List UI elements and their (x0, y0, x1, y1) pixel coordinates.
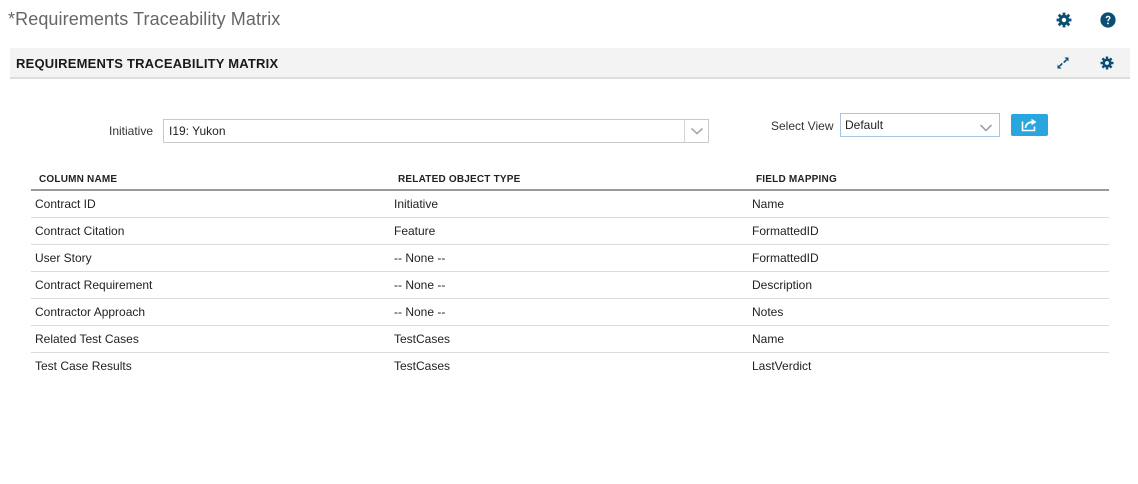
cell-column-name: Test Case Results (35, 358, 132, 373)
panel-title: REQUIREMENTS TRACEABILITY MATRIX (16, 56, 279, 71)
initiative-combobox[interactable]: I19: Yukon (163, 119, 709, 143)
traceability-table: COLUMN NAME RELATED OBJECT TYPE FIELD MA… (31, 169, 1109, 379)
cell-related-object-type: Feature (390, 217, 748, 245)
initiative-value: I19: Yukon (169, 124, 226, 138)
table-row[interactable]: Related Test Cases TestCases Name (31, 325, 1109, 353)
initiative-label: Initiative (109, 124, 154, 138)
cell-related-object-type: -- None -- (390, 271, 748, 299)
table-row[interactable]: User Story -- None -- FormattedID (31, 244, 1109, 272)
export-button[interactable] (1011, 114, 1048, 136)
share-export-icon (1021, 118, 1037, 132)
cell-field-mapping: LastVerdict (752, 358, 812, 373)
cell-column-name: Contract Citation (31, 217, 390, 245)
select-view-label: Select View (771, 119, 834, 133)
cell-field-mapping: Notes (748, 298, 1109, 326)
cell-related-object-type: Initiative (390, 190, 748, 218)
expand-icon[interactable] (1056, 56, 1070, 70)
settings-gear-icon[interactable] (1056, 12, 1072, 28)
cell-field-mapping: Name (748, 325, 1109, 353)
cell-column-name: Contract Requirement (31, 271, 390, 299)
top-bar: *Requirements Traceability Matrix (0, 0, 1138, 44)
cell-column-name: Contract ID (31, 190, 390, 218)
cell-column-name: User Story (31, 244, 390, 272)
help-icon[interactable] (1100, 12, 1116, 28)
cell-field-mapping: Description (748, 271, 1109, 299)
table-row[interactable]: Contract ID Initiative Name (31, 190, 1109, 218)
cell-column-name: Contractor Approach (31, 298, 390, 326)
column-header-related-object-type[interactable]: RELATED OBJECT TYPE (390, 169, 748, 191)
select-view-dropdown[interactable]: Default (840, 113, 1000, 137)
table-row[interactable]: Contractor Approach -- None -- Notes (31, 298, 1109, 326)
cell-column-name: Related Test Cases (31, 325, 390, 353)
column-header-column-name[interactable]: COLUMN NAME (31, 169, 390, 191)
cell-field-mapping: FormattedID (748, 217, 1109, 245)
table-row[interactable]: Contract Citation Feature FormattedID (31, 217, 1109, 245)
cell-related-object-type: TestCases (394, 358, 451, 373)
table-row[interactable]: Contract Requirement -- None -- Descript… (31, 271, 1109, 299)
cell-field-mapping: Name (748, 190, 1109, 218)
table-row[interactable]: Test Case Results TestCases LastVerdict (31, 352, 1109, 379)
column-header-field-mapping[interactable]: FIELD MAPPING (748, 169, 1109, 191)
select-view-value: Default (845, 118, 884, 132)
cell-related-object-type: -- None -- (390, 244, 748, 272)
panel-settings-gear-icon[interactable] (1100, 56, 1114, 70)
chevron-down-icon (979, 120, 993, 132)
app-page: *Requirements Traceability Matrix REQUIR… (0, 0, 1138, 484)
page-title: *Requirements Traceability Matrix (8, 9, 281, 29)
panel-header: REQUIREMENTS TRACEABILITY MATRIX (10, 48, 1130, 79)
cell-related-object-type: TestCases (390, 325, 748, 353)
table-header-row: COLUMN NAME RELATED OBJECT TYPE FIELD MA… (31, 169, 1109, 191)
chevron-down-icon[interactable] (684, 120, 708, 142)
cell-related-object-type: -- None -- (390, 298, 748, 326)
cell-field-mapping: FormattedID (748, 244, 1109, 272)
